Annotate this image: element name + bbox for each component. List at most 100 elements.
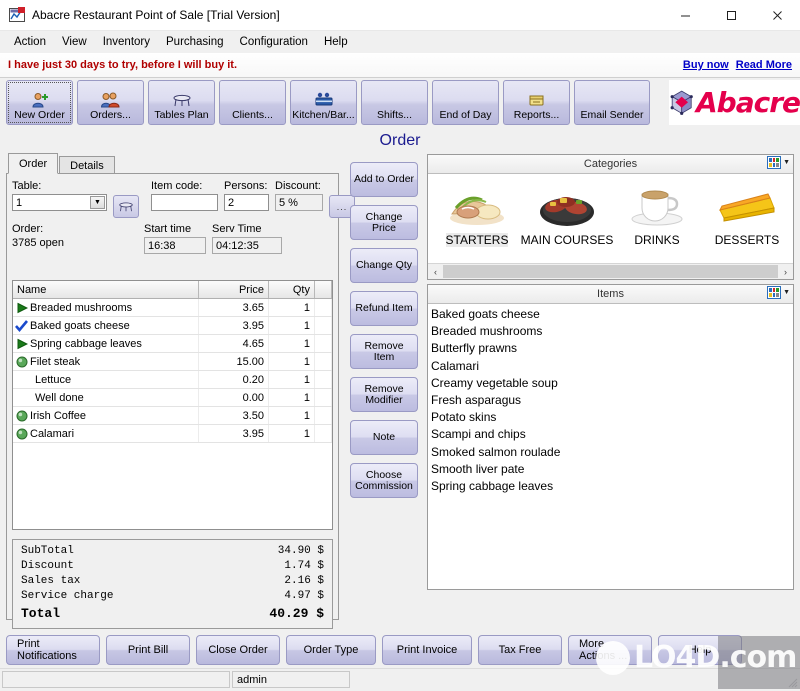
table-row[interactable]: Irish Coffee 3.50 1 [13, 407, 332, 425]
help-button[interactable]: Help [658, 635, 742, 665]
list-item[interactable]: Potato skins [431, 409, 793, 426]
list-item[interactable]: Scampi and chips [431, 426, 793, 443]
close-order-button[interactable]: Close Order [196, 635, 280, 665]
menu-item-inventory[interactable]: Inventory [95, 34, 158, 50]
abacre-cube-icon [670, 90, 693, 115]
print-notifications-button[interactable]: Print Notifications [6, 635, 100, 665]
item-code-input[interactable] [151, 194, 218, 211]
orders-icon [100, 91, 121, 109]
grid-view-icon[interactable] [767, 156, 782, 169]
print-invoice-button[interactable]: Print Invoice [382, 635, 472, 665]
column-header-price[interactable]: Price [199, 281, 269, 298]
scrollbar-thumb[interactable] [443, 265, 778, 278]
minimize-button[interactable] [662, 0, 708, 30]
order-type-button[interactable]: Order Type [286, 635, 376, 665]
list-item[interactable]: Spring cabbage leaves [431, 478, 793, 495]
discount-input[interactable]: 5 % [275, 194, 323, 211]
change-qty-button[interactable]: Change Qty [350, 248, 418, 283]
list-item[interactable]: Butterfly prawns [431, 340, 793, 357]
toolbar-button-email-sender[interactable]: Email Sender [574, 80, 650, 125]
list-item[interactable]: Calamari [431, 358, 793, 375]
category-item-desserts[interactable]: DESSERTS [702, 177, 792, 247]
table-row[interactable]: Calamari 3.95 1 [13, 425, 332, 443]
order-fields-row: Table: 1 ▼ Item code: Persons: 2 Discoun… [12, 180, 355, 218]
table-row[interactable]: Well done 0.00 1 [13, 389, 332, 407]
category-item-starters[interactable]: STARTERS [432, 177, 522, 247]
categories-view-button[interactable]: ▼ [767, 156, 790, 169]
toolbar-button-clients[interactable]: Clients... [219, 80, 286, 125]
resize-grip-icon[interactable] [786, 676, 798, 688]
toolbar-button-tables-plan[interactable]: Tables Plan [148, 80, 215, 125]
table-select[interactable]: 1 ▼ [12, 194, 107, 211]
column-header-name[interactable]: Name [13, 281, 199, 298]
title-bar: Abacre Restaurant Point of Sale [Trial V… [0, 0, 800, 31]
menu-item-purchasing[interactable]: Purchasing [158, 34, 232, 50]
add-to-order-button[interactable]: Add to Order [350, 162, 418, 197]
toolbar-button-reports[interactable]: Reports... [503, 80, 570, 125]
change-price-button[interactable]: Change Price [350, 205, 418, 240]
note-button[interactable]: Note [350, 420, 418, 455]
category-item-drinks[interactable]: DRINKS [612, 177, 702, 247]
green-circle-icon [15, 409, 28, 422]
close-button[interactable] [754, 0, 800, 30]
toolbar-button-shifts[interactable]: Shifts... [361, 80, 428, 125]
menu-item-view[interactable]: View [54, 34, 95, 50]
grid-view-icon[interactable] [767, 286, 782, 299]
categories-scrollbar[interactable]: ‹ › [428, 263, 793, 279]
remove-item-button[interactable]: Remove Item [350, 334, 418, 369]
table-row[interactable]: Filet steak 15.00 1 [13, 353, 332, 371]
list-item[interactable]: Smooth liver pate [431, 461, 793, 478]
cell-price: 3.95 [199, 425, 269, 442]
list-item[interactable]: Smoked salmon roulade [431, 444, 793, 461]
scroll-right-icon[interactable]: › [778, 264, 793, 279]
toolbar-button-end-of-day[interactable]: End of Day [432, 80, 499, 125]
list-item[interactable]: Fresh asparagus [431, 392, 793, 409]
list-item[interactable]: Baked goats cheese [431, 306, 793, 323]
items-view-button[interactable]: ▼ [767, 286, 790, 299]
order-pane: Order Details Table: 1 ▼ Item code: Pers… [6, 153, 355, 629]
list-item[interactable]: Creamy vegetable soup [431, 375, 793, 392]
category-item-main-courses[interactable]: MAIN COURSES [521, 177, 613, 247]
scroll-left-icon[interactable]: ‹ [428, 264, 443, 279]
tax-free-button[interactable]: Tax Free [478, 635, 562, 665]
cell-price: 0.20 [199, 371, 269, 388]
table-icon [172, 91, 192, 109]
persons-input[interactable]: 2 [224, 194, 269, 211]
table-row[interactable]: Lettuce 0.20 1 [13, 371, 332, 389]
totals-panel: SubTotal 34.90 $ Discount 1.74 $ Sales tax 2.… [12, 539, 333, 629]
tab-strip: Order Details [6, 153, 339, 174]
toolbar-button-new-order[interactable]: New Order [6, 80, 73, 125]
toolbar-button-kitchen-bar[interactable]: Kitchen/Bar... [290, 80, 357, 125]
table-row[interactable]: Spring cabbage leaves 4.65 1 [13, 335, 332, 353]
remove-modifier-button[interactable]: Remove Modifier [350, 377, 418, 412]
menu-item-help[interactable]: Help [316, 34, 356, 50]
maximize-button[interactable] [708, 0, 754, 30]
order-items-grid[interactable]: Name Price Qty Breaded mushrooms 3.65 1 Bak… [12, 280, 333, 530]
toolbar-button-orders[interactable]: Orders... [77, 80, 144, 125]
chevron-down-icon[interactable]: ▼ [90, 196, 105, 209]
table-picker-field [113, 180, 139, 218]
menu-item-configuration[interactable]: Configuration [232, 34, 316, 50]
totals-row: Sales tax 2.16 $ [21, 574, 324, 589]
read-more-link[interactable]: Read More [736, 59, 792, 71]
cell-price: 4.65 [199, 335, 269, 352]
items-list[interactable]: Baked goats cheese Breaded mushrooms Butte… [428, 304, 793, 589]
list-item[interactable]: Breaded mushrooms [431, 323, 793, 340]
table-row[interactable]: Breaded mushrooms 3.65 1 [13, 299, 332, 317]
tab-order[interactable]: Order [8, 153, 59, 174]
chevron-down-icon[interactable]: ▼ [783, 159, 790, 166]
buy-now-link[interactable]: Buy now [683, 59, 729, 71]
print-bill-button[interactable]: Print Bill [106, 635, 190, 665]
cell-qty: 1 [269, 353, 315, 370]
table-picker-button[interactable] [113, 195, 139, 218]
chevron-down-icon[interactable]: ▼ [783, 289, 790, 296]
tab-details[interactable]: Details [59, 156, 115, 174]
item-code-label: Item code: [151, 180, 203, 192]
cell-qty: 1 [269, 425, 315, 442]
choose-commission-button[interactable]: Choose Commission [350, 463, 418, 498]
menu-item-action[interactable]: Action [6, 34, 54, 50]
column-header-qty[interactable]: Qty [269, 281, 315, 298]
refund-item-button[interactable]: Refund Item [350, 291, 418, 326]
more-actions-button[interactable]: More Actions ... [568, 635, 652, 665]
table-row[interactable]: Baked goats cheese 3.95 1 [13, 317, 332, 335]
